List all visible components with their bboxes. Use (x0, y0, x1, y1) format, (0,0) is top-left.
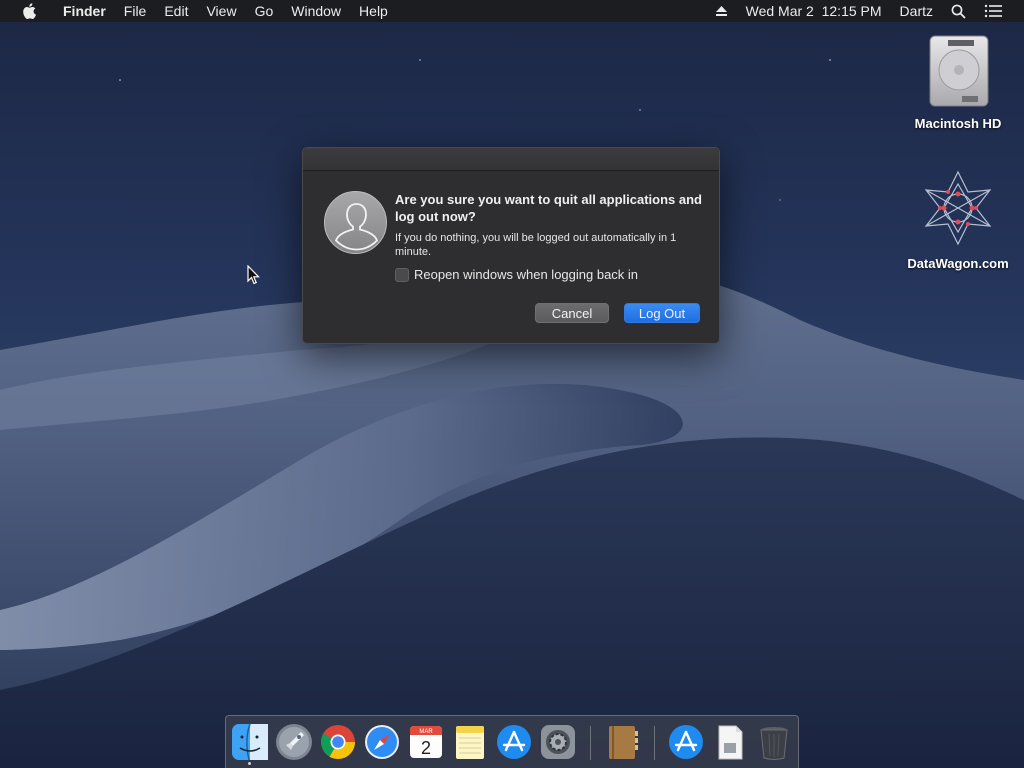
datawagon-logo-icon (914, 168, 1002, 250)
calendar-month: MAR (419, 729, 433, 735)
apple-menu-icon[interactable] (18, 3, 40, 19)
app-store-icon[interactable] (495, 723, 533, 761)
finder-icon[interactable] (231, 723, 269, 761)
menubar-clock[interactable]: Wed Mar 2 12:15 PM (746, 3, 882, 19)
menu-help[interactable]: Help (350, 3, 397, 19)
notification-center-icon[interactable] (984, 4, 1002, 18)
dialog-message: If you do nothing, you will be logged ou… (395, 232, 677, 258)
document-icon[interactable] (711, 723, 749, 761)
desktop-icon-datawagon[interactable]: DataWagon.com (903, 168, 1013, 271)
mouse-pointer-icon (247, 264, 261, 290)
system-preferences-icon[interactable] (539, 723, 577, 761)
logout-dialog: Are you sure you want to quit all applic… (302, 147, 720, 344)
desktop-icon-label: Macintosh HD (914, 116, 1002, 131)
reopen-windows-label[interactable]: Reopen windows when logging back in (414, 267, 638, 282)
finder-running-indicator (248, 762, 251, 765)
trash-icon[interactable] (755, 723, 793, 761)
user-avatar-icon (324, 191, 387, 254)
menu-app-name[interactable]: Finder (54, 3, 115, 19)
cancel-button[interactable]: Cancel (535, 303, 609, 323)
dock: MAR 2 (225, 715, 799, 768)
menu-bar: Finder File Edit View Go Window Help Wed… (0, 0, 1024, 22)
safari-icon[interactable] (363, 723, 401, 761)
menu-edit[interactable]: Edit (155, 3, 197, 19)
chrome-icon[interactable] (319, 723, 357, 761)
notes-icon[interactable] (451, 723, 489, 761)
dock-separator (654, 726, 655, 760)
menu-view[interactable]: View (197, 3, 245, 19)
dialog-heading: Are you sure you want to quit all applic… (395, 192, 702, 224)
spotlight-search-icon[interactable] (951, 4, 966, 19)
desktop-icon-label: DataWagon.com (907, 256, 1009, 271)
menu-go[interactable]: Go (246, 3, 283, 19)
calendar-icon[interactable]: MAR 2 (407, 723, 445, 761)
launchpad-icon[interactable] (275, 723, 313, 761)
menu-window[interactable]: Window (282, 3, 350, 19)
reopen-windows-option[interactable]: Reopen windows when logging back in (395, 267, 638, 282)
desktop-wallpaper (0, 0, 1024, 768)
reopen-windows-checkbox[interactable] (395, 267, 409, 282)
dock-separator (590, 726, 591, 760)
dialog-titlebar[interactable] (303, 148, 719, 171)
menu-file[interactable]: File (115, 3, 156, 19)
eject-icon[interactable] (715, 5, 728, 17)
app-store-icon[interactable] (667, 723, 705, 761)
menubar-user[interactable]: Dartz (900, 3, 933, 19)
desktop-icon-macintosh-hd[interactable]: Macintosh HD (903, 30, 1013, 131)
log-out-button[interactable]: Log Out (624, 303, 700, 323)
contacts-book-icon[interactable] (603, 723, 641, 761)
hard-drive-icon (918, 30, 998, 110)
calendar-day: 2 (421, 738, 431, 758)
